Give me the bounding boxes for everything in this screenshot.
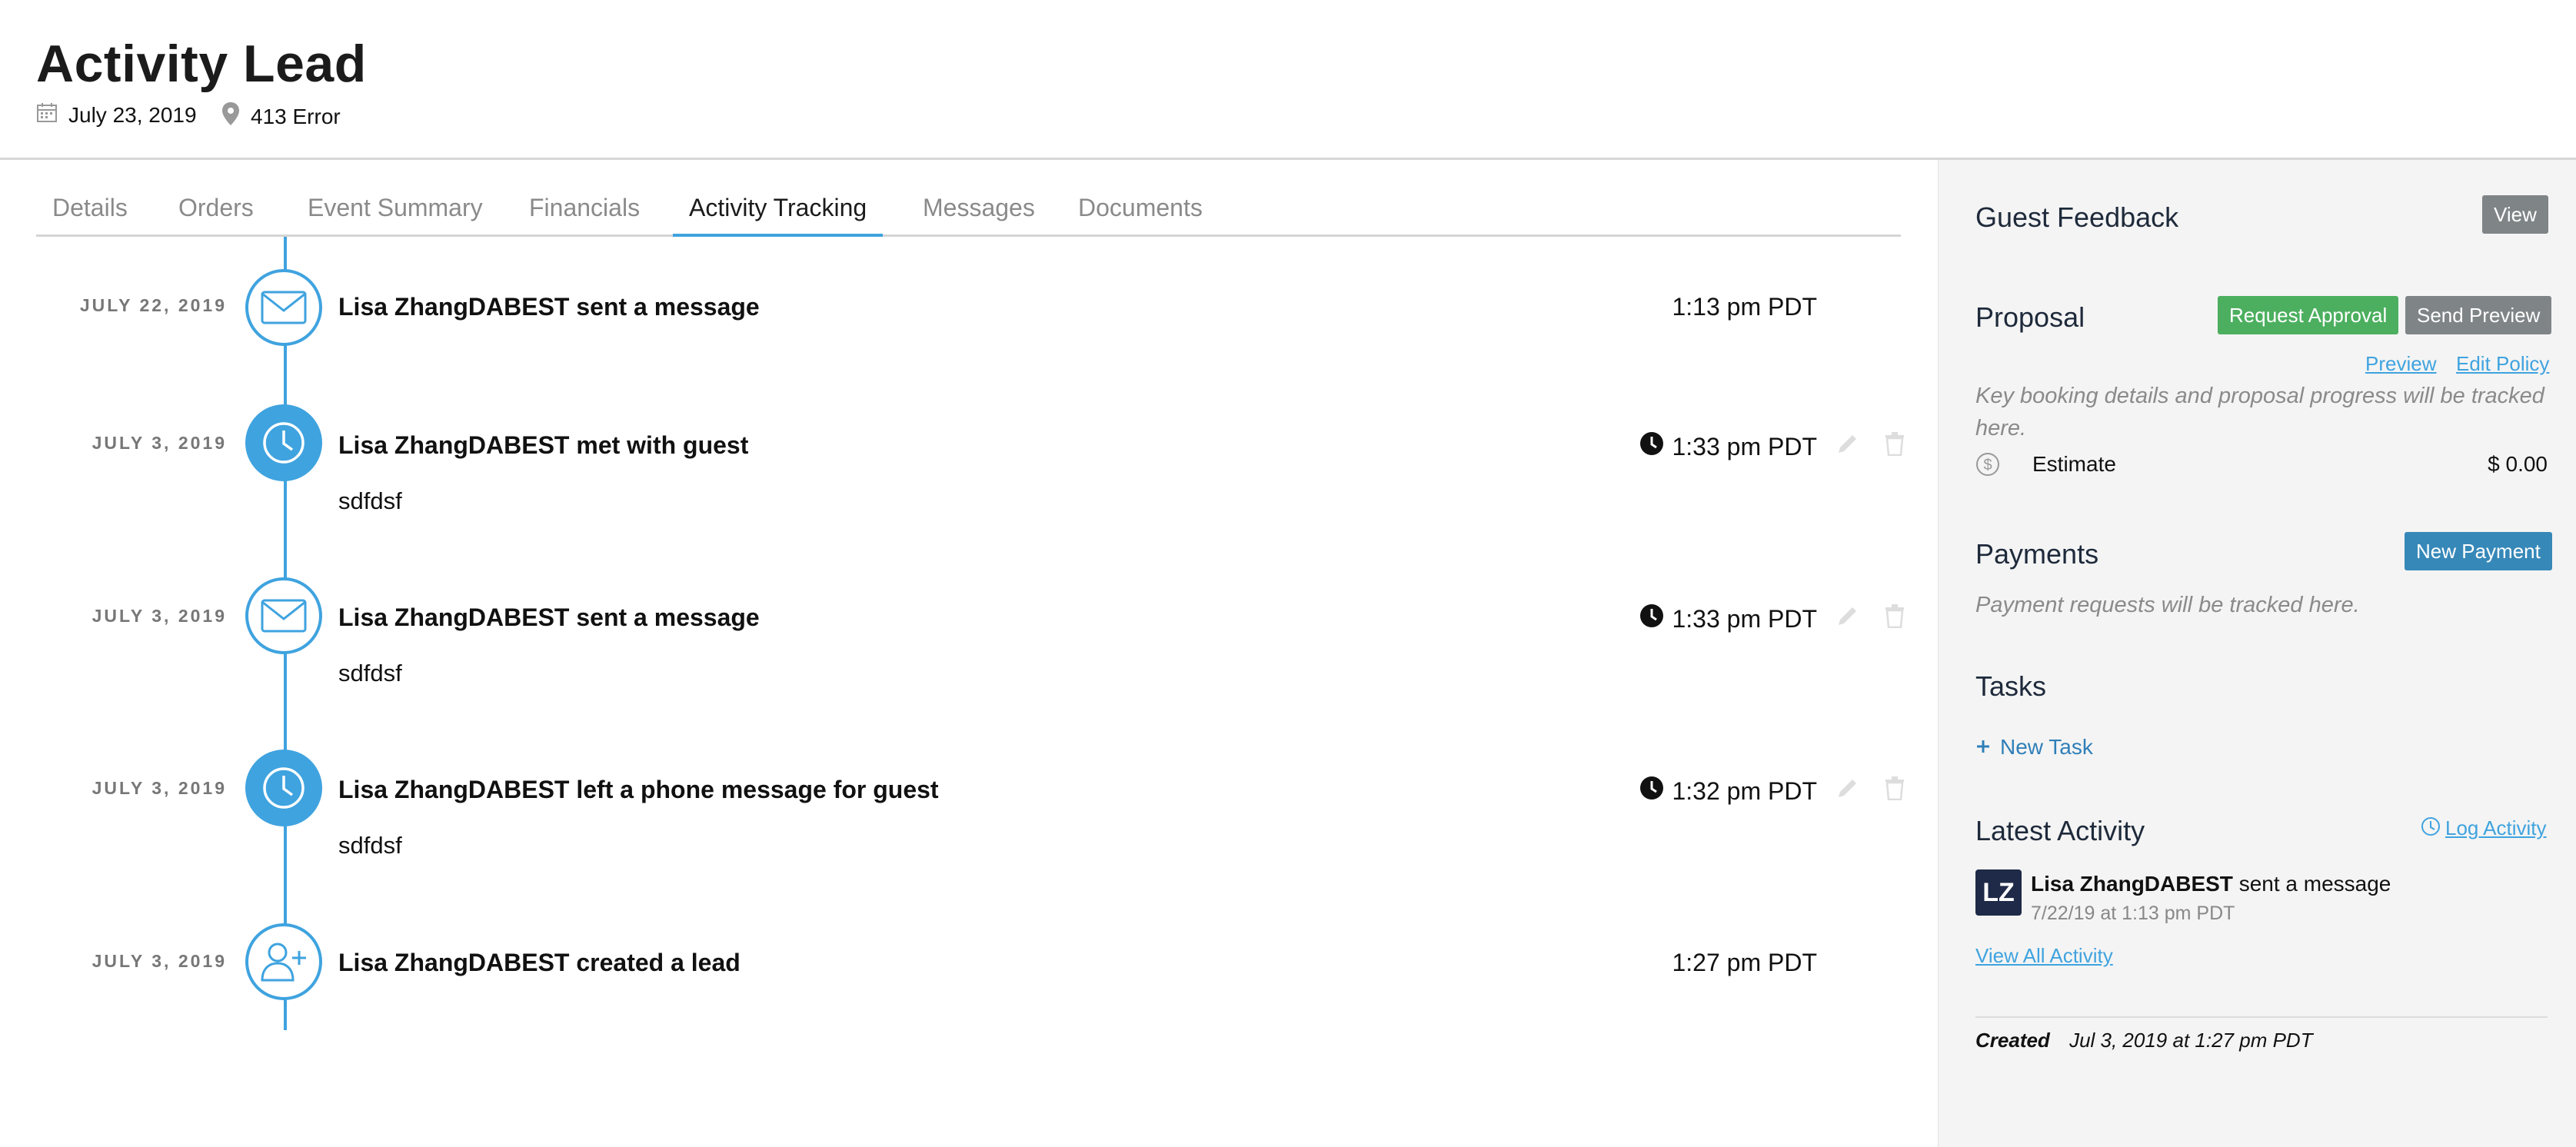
trash-icon[interactable] (1884, 776, 1905, 804)
tab-messages[interactable]: Messages (907, 189, 1051, 237)
send-preview-button[interactable]: Send Preview (2405, 296, 2552, 334)
avatar: LZ (1975, 869, 2022, 916)
entry-date: JULY 3, 2019 (92, 778, 227, 798)
request-approval-button[interactable]: Request Approval (2218, 296, 2399, 334)
new-task-label: New Task (2000, 735, 2093, 759)
tab-bar: Details Orders Event Summary Financials … (36, 160, 1901, 237)
estimate-label: Estimate (2032, 452, 2116, 476)
trash-icon[interactable] (1884, 603, 1905, 632)
page-header: Activity Lead July 23, 2019 413 Error (0, 0, 2576, 160)
view-all-activity-link[interactable]: View All Activity (1975, 944, 2113, 968)
entry-date: JULY 3, 2019 (92, 433, 227, 453)
entry-date: JULY 3, 2019 (92, 951, 227, 971)
entry-time-text: 1:13 pm PDT (1672, 293, 1817, 321)
guest-feedback-title: Guest Feedback (1975, 201, 2179, 233)
edit-pencil-icon[interactable] (1835, 431, 1860, 460)
entry-date: JULY 22, 2019 (79, 295, 227, 315)
log-activity-text: Log Activity (2445, 816, 2547, 839)
tab-orders[interactable]: Orders (162, 189, 270, 237)
entry-body: sdfdsf (338, 832, 402, 859)
tab-financials[interactable]: Financials (513, 189, 656, 237)
created-value: Jul 3, 2019 at 1:27 pm PDT (2069, 1029, 2313, 1052)
edit-policy-link[interactable]: Edit Policy (2456, 352, 2549, 376)
entry-title: Lisa ZhangDABEST met with guest (338, 431, 749, 459)
divider (1975, 1016, 2548, 1018)
created-info: Created Jul 3, 2019 at 1:27 pm PDT (1975, 1029, 2313, 1052)
clock-icon (2421, 816, 2441, 840)
map-pin-icon (221, 101, 251, 131)
tab-details[interactable]: Details (36, 189, 144, 237)
envelope-icon (245, 269, 322, 346)
new-task-button[interactable]: New Task (1975, 735, 2093, 760)
latest-activity-text: Lisa ZhangDABEST sent a message (2031, 872, 2391, 896)
entry-time: 1:13 pm PDT (1672, 293, 1817, 321)
entry-time: 1:33 pm PDT (1639, 431, 1817, 462)
entry-time: 1:32 pm PDT (1639, 776, 1817, 806)
entry-title: Lisa ZhangDABEST left a phone message fo… (338, 776, 939, 803)
entry-title: Lisa ZhangDABEST created a lead (338, 949, 741, 976)
page-title: Activity Lead (36, 35, 367, 93)
dollar-icon: $ (1975, 452, 2000, 482)
svg-text:$: $ (1983, 457, 1992, 474)
user-plus-icon (245, 923, 322, 1000)
clock-icon (245, 750, 322, 826)
estimate-value: $ 0.00 (2488, 452, 2548, 476)
activity-timestamp: 7/22/19 at 1:13 pm PDT (2031, 903, 2235, 924)
entry-body: sdfdsf (338, 487, 402, 514)
entry-time-text: 1:33 pm PDT (1672, 604, 1817, 633)
proposal-title: Proposal (1975, 301, 2085, 333)
clock-icon (1639, 431, 1664, 462)
entry-time-text: 1:32 pm PDT (1672, 776, 1817, 805)
preview-link[interactable]: Preview (2365, 352, 2436, 376)
new-payment-button[interactable]: New Payment (2405, 532, 2552, 570)
entry-time: 1:33 pm PDT (1639, 603, 1817, 634)
event-date: July 23, 2019 (36, 101, 197, 128)
entry-time-text: 1:27 pm PDT (1672, 949, 1817, 976)
view-feedback-button[interactable]: View (2482, 195, 2548, 234)
created-label: Created (1975, 1029, 2050, 1052)
tab-documents[interactable]: Documents (1062, 189, 1219, 237)
entry-time: 1:27 pm PDT (1672, 949, 1817, 977)
proposal-note: Key booking details and proposal progres… (1975, 384, 2544, 441)
activity-actor: Lisa ZhangDABEST (2031, 872, 2233, 896)
payments-title: Payments (1975, 538, 2099, 570)
event-date-text: July 23, 2019 (68, 102, 197, 127)
edit-pencil-icon[interactable] (1835, 776, 1860, 804)
clock-icon (245, 404, 322, 481)
tab-event-summary[interactable]: Event Summary (291, 189, 499, 237)
plus-icon (1975, 735, 1991, 760)
sidebar: Guest Feedback View Proposal Request App… (1938, 160, 2576, 1147)
clock-icon (1639, 603, 1664, 634)
payments-note: Payment requests will be tracked here. (1975, 593, 2360, 617)
envelope-icon (245, 577, 322, 654)
clock-icon (1639, 776, 1664, 806)
log-activity-link[interactable]: Log Activity (2421, 816, 2547, 840)
latest-activity-title: Latest Activity (1975, 815, 2145, 846)
entry-title: Lisa ZhangDABEST sent a message (338, 293, 760, 321)
entry-time-text: 1:33 pm PDT (1672, 432, 1817, 460)
tasks-title: Tasks (1975, 670, 2047, 702)
entry-body: sdfdsf (338, 660, 402, 687)
edit-pencil-icon[interactable] (1835, 603, 1860, 632)
entry-date: JULY 3, 2019 (92, 606, 227, 626)
activity-action: sent a message (2238, 872, 2391, 896)
tab-activity-tracking[interactable]: Activity Tracking (673, 189, 884, 237)
event-location-text: 413 Error (251, 104, 341, 128)
entry-title: Lisa ZhangDABEST sent a message (338, 603, 760, 631)
event-location: 413 Error (221, 101, 341, 131)
calendar-icon (36, 101, 68, 128)
trash-icon[interactable] (1884, 431, 1905, 460)
